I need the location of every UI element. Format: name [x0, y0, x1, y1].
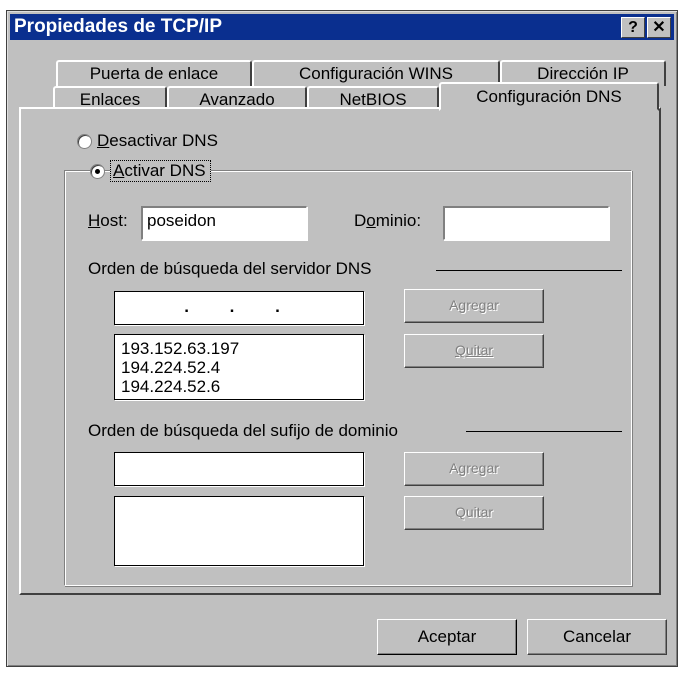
dns-server-entry[interactable]: 193.152.63.197 [121, 339, 363, 358]
window-title: Propiedades de TCP/IP [14, 16, 222, 37]
help-button[interactable]: ? [621, 17, 645, 38]
dns-server-entry[interactable]: 194.224.52.4 [121, 358, 363, 377]
ok-button[interactable]: Aceptar [377, 619, 517, 655]
close-button[interactable]: ✕ [647, 17, 671, 38]
domain-suffix-order-label: Orden de búsqueda del sufijo de dominio [88, 421, 398, 441]
dns-server-entry[interactable]: 194.224.52.6 [121, 377, 363, 396]
add-dns-server-button[interactable]: Agregar [404, 289, 544, 323]
dns-server-order-label: Orden de búsqueda del servidor DNS [88, 259, 372, 279]
host-input[interactable]: poseidon [141, 206, 307, 240]
domain-input[interactable] [443, 206, 609, 240]
domain-suffix-input[interactable] [114, 452, 364, 486]
disable-dns-radio[interactable] [77, 134, 92, 149]
tab-puerta-de-enlace[interactable]: Puerta de enlace [56, 60, 252, 86]
dns-server-order-separator [436, 270, 622, 272]
tab-configuracion-dns[interactable]: Configuración DNS [439, 82, 659, 111]
host-label: Host: [88, 211, 128, 231]
dns-server-ip-input[interactable]: . . . [114, 291, 364, 325]
radio-selected-dot [95, 169, 100, 174]
domain-label: Dominio: [354, 211, 422, 231]
disable-dns-label[interactable]: Desactivar DNS [97, 131, 218, 151]
cancel-button[interactable]: Cancelar [527, 619, 667, 655]
remove-dns-server-button[interactable]: Quitar [404, 334, 544, 368]
enable-dns-radio[interactable] [90, 164, 105, 179]
title-bar[interactable]: Propiedades de TCP/IP ? ✕ [10, 14, 674, 40]
enable-dns-label[interactable]: Activar DNS [110, 160, 211, 182]
remove-domain-suffix-button[interactable]: Quitar [404, 496, 544, 530]
add-domain-suffix-button[interactable]: Agregar [404, 452, 544, 486]
dns-server-list[interactable]: 193.152.63.197 194.224.52.4 194.224.52.6 [114, 334, 364, 400]
domain-suffix-list[interactable] [114, 496, 364, 566]
domain-suffix-order-separator [466, 431, 622, 433]
